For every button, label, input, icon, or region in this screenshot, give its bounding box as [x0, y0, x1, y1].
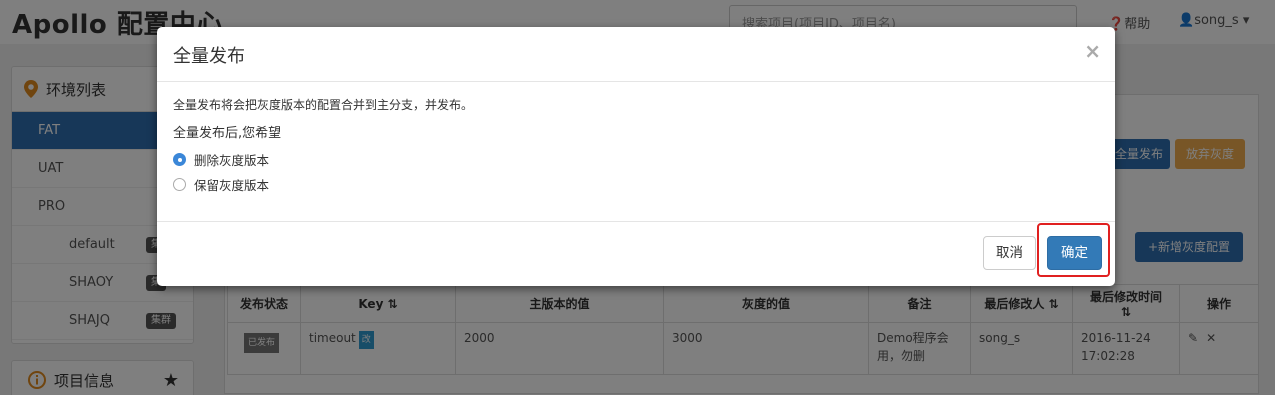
close-icon[interactable]: ×: [1084, 39, 1101, 63]
dialog-title: 全量发布: [173, 46, 245, 67]
dialog-question: 全量发布后,您希望: [173, 126, 282, 141]
dialog-header: 全量发布 ×: [157, 27, 1115, 82]
radio-delete-gray[interactable]: [173, 153, 186, 166]
cancel-button[interactable]: 取消: [983, 236, 1036, 270]
full-publish-dialog: 全量发布 × 全量发布将会把灰度版本的配置合并到主分支，并发布。 全量发布后,您…: [157, 27, 1115, 286]
radio-keep-gray[interactable]: [173, 178, 186, 191]
option-keep-gray[interactable]: 保留灰度版本: [173, 172, 1099, 197]
dialog-body: 全量发布将会把灰度版本的配置合并到主分支，并发布。 全量发布后,您希望 删除灰度…: [157, 82, 1115, 222]
option-label: 保留灰度版本: [194, 178, 270, 193]
option-label: 删除灰度版本: [194, 153, 270, 168]
option-delete-gray[interactable]: 删除灰度版本: [173, 147, 1099, 172]
confirm-highlight-box: [1037, 223, 1110, 277]
dialog-description: 全量发布将会把灰度版本的配置合并到主分支，并发布。: [173, 98, 474, 112]
dialog-footer: 取消 确定: [157, 222, 1115, 286]
